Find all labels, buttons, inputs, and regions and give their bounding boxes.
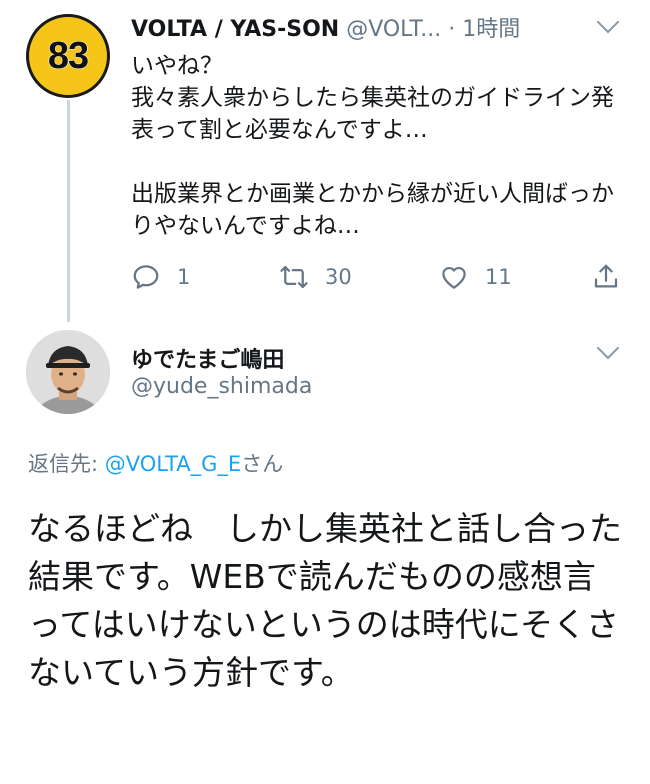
retweet-button[interactable]: 30: [279, 262, 352, 292]
user-handle[interactable]: @yude_shimada: [131, 374, 312, 399]
reply-icon: [133, 265, 159, 289]
reply-to-link[interactable]: @VOLTA_G_E: [105, 452, 241, 476]
reply-context: 返信先: @VOLTA_G_Eさん: [28, 448, 283, 478]
share-icon: [594, 264, 618, 288]
retweet-count: 30: [325, 265, 352, 289]
tweet-text: なるほどね しかし集英社と話し合った結果です。WEBで読んだものの感想言ってはい…: [28, 509, 622, 692]
retweet-icon: [280, 265, 308, 289]
avatar-text: 83: [47, 34, 89, 77]
share-button[interactable]: [591, 262, 621, 292]
like-button[interactable]: 11: [439, 262, 512, 292]
like-icon: [442, 266, 466, 289]
avatar[interactable]: 83: [26, 14, 110, 98]
display-name[interactable]: ゆでたまご嶋田: [131, 342, 284, 374]
separator-dot: ·: [448, 17, 456, 42]
reply-count: 1: [177, 265, 191, 289]
reply-button[interactable]: 1: [131, 262, 190, 292]
tweet-actions: 1 30 11: [131, 262, 630, 298]
thread-connector-line: [67, 100, 70, 322]
person-avatar-image: [26, 330, 110, 414]
tweet-text: いやね？ 我々素人衆からしたら集英社のガイドライン発表って割と必要なんですよ… …: [131, 53, 614, 239]
tweet-header: VOLTA / YAS-SON @VOLT... · 1時間: [131, 16, 590, 44]
reply-prefix: 返信先:: [28, 452, 105, 476]
chevron-down-icon[interactable]: [596, 10, 620, 34]
avatar[interactable]: [26, 330, 110, 414]
user-handle[interactable]: @VOLT...: [346, 17, 441, 42]
display-name[interactable]: VOLTA / YAS-SON: [131, 17, 339, 42]
reply-suffix: さん: [241, 452, 284, 476]
timestamp[interactable]: 1時間: [462, 17, 520, 42]
like-count: 11: [485, 265, 512, 289]
chevron-down-icon[interactable]: [596, 336, 620, 360]
